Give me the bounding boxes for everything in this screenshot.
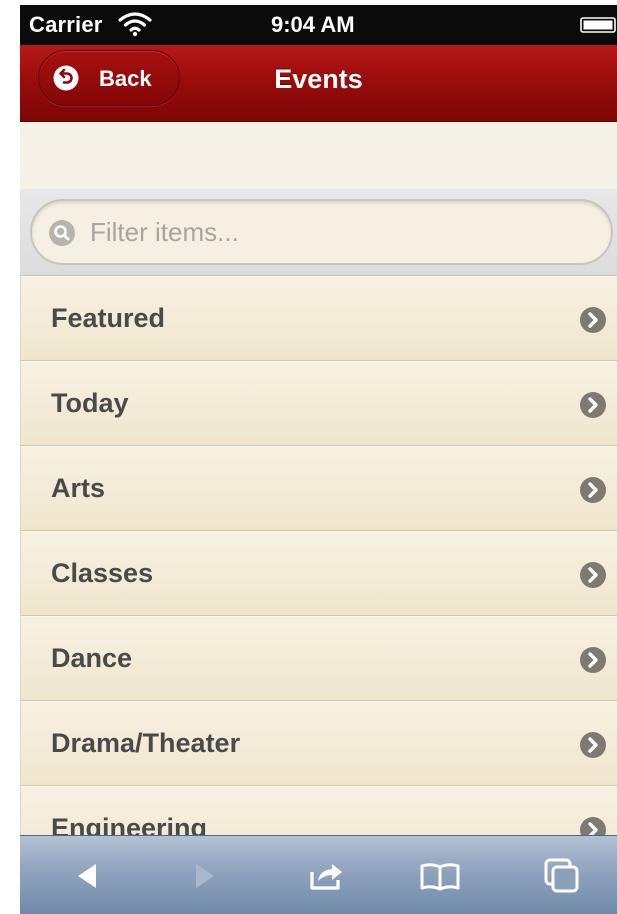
forward-arrow-icon bbox=[196, 864, 214, 888]
back-arrow-icon[interactable] bbox=[66, 854, 110, 898]
list-item-label: Arts bbox=[51, 473, 106, 503]
list-item-classes[interactable]: Classes bbox=[20, 531, 617, 616]
list-item-featured[interactable]: Featured bbox=[20, 276, 617, 361]
chevron-right-icon bbox=[580, 307, 606, 333]
list-item-label: Drama/Theater bbox=[51, 728, 241, 758]
chevron-right-icon bbox=[580, 562, 606, 588]
wifi-icon bbox=[118, 12, 152, 37]
list-item-label: Classes bbox=[51, 558, 154, 588]
list-item-label: Dance bbox=[51, 643, 133, 673]
page-title: Events bbox=[274, 64, 363, 94]
list-item-label: Featured bbox=[51, 303, 166, 333]
list-item-label: Today bbox=[51, 388, 129, 418]
navigation-bar: Back Events bbox=[20, 45, 617, 122]
events-category-list: Featured Today Arts Classes Dance Drama/… bbox=[20, 276, 617, 871]
tabs-icon[interactable] bbox=[540, 854, 584, 898]
list-item-dance[interactable]: Dance bbox=[20, 616, 617, 701]
list-item-arts[interactable]: Arts bbox=[20, 446, 617, 531]
list-item-drama-theater[interactable]: Drama/Theater bbox=[20, 701, 617, 786]
header-spacer bbox=[20, 122, 617, 189]
phone-screen: Carrier 9:04 AM Back Events Filter items… bbox=[20, 5, 617, 914]
status-bar: Carrier 9:04 AM bbox=[20, 5, 617, 45]
carrier-label: Carrier bbox=[29, 12, 103, 37]
search-icon bbox=[49, 220, 75, 246]
bookmarks-icon[interactable] bbox=[418, 854, 462, 898]
clock: 9:04 AM bbox=[271, 12, 355, 37]
filter-input[interactable] bbox=[90, 215, 590, 249]
list-item-today[interactable]: Today bbox=[20, 361, 617, 446]
chevron-right-icon bbox=[580, 732, 606, 758]
share-icon[interactable] bbox=[304, 854, 348, 898]
filter-bar bbox=[20, 189, 617, 276]
browser-toolbar bbox=[20, 835, 617, 914]
chevron-right-icon bbox=[580, 392, 606, 418]
chevron-right-icon bbox=[580, 647, 606, 673]
filter-field[interactable] bbox=[30, 199, 613, 265]
chevron-right-icon bbox=[580, 477, 606, 503]
battery-icon bbox=[580, 17, 616, 33]
